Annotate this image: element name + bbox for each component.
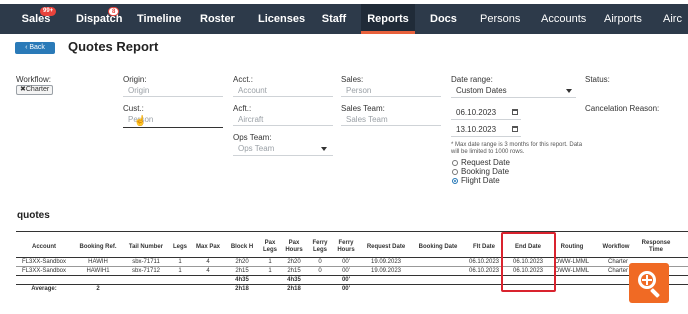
col-header[interactable]: Block H	[228, 244, 256, 251]
col-header[interactable]: Pax Legs	[260, 240, 280, 254]
table-cell: 06.10.2023	[468, 268, 500, 274]
col-header[interactable]: Response Time	[640, 240, 672, 254]
table-cell: 4	[206, 268, 210, 274]
origin-input[interactable]: Origin	[128, 86, 149, 95]
col-header[interactable]: Flt Date	[466, 244, 502, 251]
table-cell: 19.09.2023	[370, 259, 402, 265]
table-cell: FL3XX-Sandbox	[21, 259, 67, 265]
col-header[interactable]: Account	[24, 244, 64, 251]
date-range-label: Date range:	[451, 75, 493, 84]
calendar-icon[interactable]	[512, 126, 518, 132]
ops-team-label: Ops Team:	[233, 133, 272, 142]
table-cell: 4	[206, 259, 210, 265]
col-header[interactable]: Ferry Hours	[334, 240, 358, 254]
sales-team-input[interactable]: Sales Team	[346, 115, 388, 124]
acct-label: Acct.:	[233, 75, 254, 84]
col-header[interactable]: Max Pax	[192, 244, 224, 251]
nav-docs[interactable]: Docs	[430, 4, 457, 34]
average-pax-hours: 2h18	[287, 286, 301, 292]
hand-cursor-icon: ☝	[134, 116, 147, 127]
workflow-chip[interactable]: ✖Charter	[16, 85, 54, 95]
nav-roster[interactable]: Roster	[200, 4, 235, 34]
date-range-select[interactable]: Custom Dates	[456, 86, 507, 95]
nav-persons[interactable]: Persons	[480, 4, 520, 34]
section-title: quotes	[17, 210, 50, 221]
table-cell: 1	[268, 268, 272, 274]
end-date-highlight	[501, 232, 556, 292]
sales-label: Sales:	[341, 75, 364, 84]
col-header[interactable]: Booking Date	[414, 244, 462, 251]
col-header[interactable]: Request Date	[362, 244, 410, 251]
average-legs: 2	[96, 286, 100, 292]
sales-input[interactable]: Person	[346, 86, 371, 95]
nav-licenses[interactable]: Licenses	[258, 4, 305, 34]
dispatch-badge: 8	[108, 7, 120, 16]
cust-label: Cust.:	[123, 104, 144, 113]
sales-badge: 99+	[40, 7, 57, 16]
ops-team-select[interactable]: Ops Team	[238, 144, 274, 153]
acft-input[interactable]: Aircraft	[238, 115, 263, 124]
table-cell: HAWIH1	[86, 268, 110, 274]
total-pax-hours: 4h35	[287, 277, 301, 283]
table-cell: FL3XX-Sandbox	[21, 268, 67, 274]
table-cell: 2h15	[235, 268, 249, 274]
zoom-button[interactable]	[629, 263, 669, 303]
status-label: Status:	[585, 75, 610, 84]
average-block-h: 2h18	[235, 286, 249, 292]
acft-label: Acft.:	[233, 104, 252, 113]
col-header[interactable]: Legs	[170, 244, 190, 251]
table-cell: 00'	[342, 259, 350, 265]
table-cell: 2h20	[287, 259, 301, 265]
average-ferry-hours: 00'	[341, 286, 351, 292]
table-cell: 1	[178, 259, 182, 265]
table-cell: 1	[178, 268, 182, 274]
nav-staff[interactable]: Staff	[320, 4, 348, 34]
nav-aircraft[interactable]: Airc	[663, 4, 688, 34]
chevron-down-icon[interactable]	[321, 147, 327, 151]
chevron-down-icon[interactable]	[566, 89, 572, 93]
radio-request-date[interactable]: Request Date	[452, 158, 510, 167]
col-header[interactable]: Workflow	[594, 244, 638, 251]
table-cell: sbx-71712	[131, 268, 161, 274]
date-from-input[interactable]: 06.10.2023	[456, 108, 496, 117]
back-button[interactable]: ‹ Back	[15, 42, 55, 54]
date-range-note: * Max date range is 3 months for this re…	[451, 142, 583, 155]
calendar-icon[interactable]	[512, 109, 518, 115]
col-header[interactable]: Tail Number	[124, 244, 168, 251]
date-to-input[interactable]: 13.10.2023	[456, 125, 496, 134]
top-nav: Sales 99+ Dispatch 8 Timeline Roster Lic…	[0, 0, 688, 34]
radio-flight-date[interactable]: Flight Date	[452, 176, 500, 185]
nav-airports[interactable]: Airports	[604, 4, 642, 34]
total-block-h: 4h35	[235, 277, 249, 283]
chevron-left-icon: ‹	[25, 44, 28, 51]
average-label: Average:	[31, 286, 57, 292]
col-header[interactable]: Booking Ref.	[74, 244, 122, 251]
nav-accounts[interactable]: Accounts	[541, 4, 586, 34]
page-title: Quotes Report	[68, 39, 159, 54]
table-cell: 1	[268, 259, 272, 265]
col-header[interactable]: Pax Hours	[282, 240, 306, 254]
sales-team-label: Sales Team:	[341, 104, 385, 113]
nav-reports[interactable]: Reports	[361, 4, 415, 34]
cancel-reason-label: Cancelation Reason:	[585, 104, 660, 113]
table-cell: 06.10.2023	[468, 259, 500, 265]
table-cell: 00'	[342, 268, 350, 274]
table-cell: 0	[318, 268, 322, 274]
table-cell: 0	[318, 259, 322, 265]
table-cell: sbx-71711	[132, 259, 160, 265]
table-cell: DWW-LMML	[554, 259, 590, 265]
acct-input[interactable]: Account	[238, 86, 267, 95]
total-ferry-hours: 00'	[341, 277, 351, 283]
radio-booking-date[interactable]: Booking Date	[452, 167, 509, 176]
nav-timeline[interactable]: Timeline	[137, 4, 181, 34]
table-cell: 2h15	[287, 268, 301, 274]
table-cell: 2h20	[235, 259, 249, 265]
table-cell: DWW-LMML	[554, 268, 590, 274]
table-cell: 19.09.2023	[370, 268, 402, 274]
table-cell: HAWIH	[88, 259, 108, 265]
col-header[interactable]: Routing	[554, 244, 590, 251]
col-header[interactable]: Ferry Legs	[310, 240, 330, 254]
origin-label: Origin:	[123, 75, 147, 84]
workflow-label: Workflow:	[16, 75, 51, 84]
